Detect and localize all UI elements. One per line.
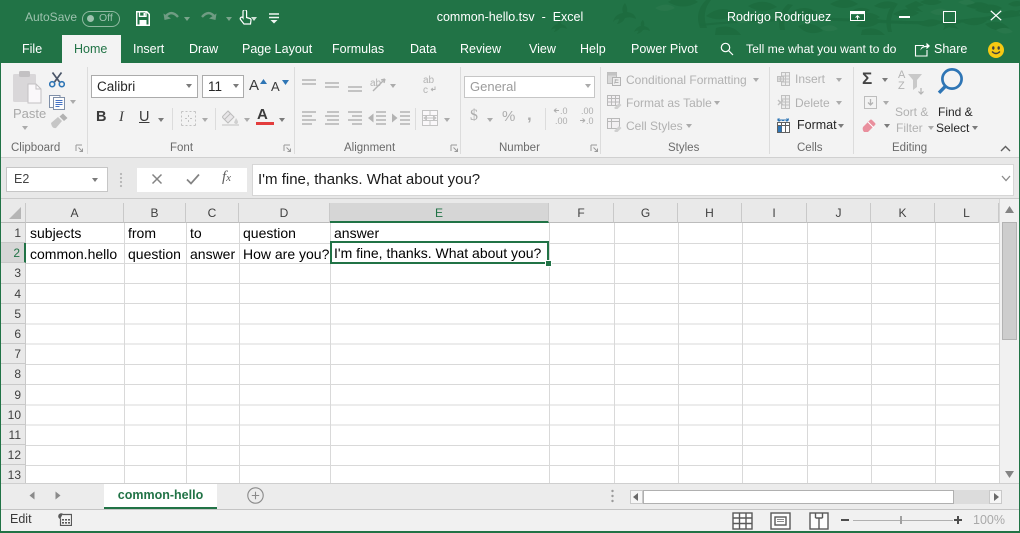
svg-text:.00: .00 — [581, 106, 594, 116]
svg-text:.0: .0 — [560, 106, 568, 116]
svg-text:.00: .00 — [555, 116, 568, 126]
svg-text:c: c — [423, 85, 428, 94]
svg-text:.0: .0 — [586, 116, 594, 126]
